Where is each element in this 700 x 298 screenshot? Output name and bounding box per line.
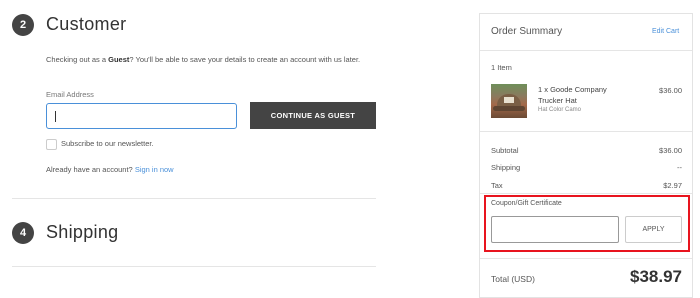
subscribe-label: Subscribe to our newsletter. [61, 139, 154, 148]
email-field[interactable] [46, 103, 237, 129]
edit-cart-link[interactable]: Edit Cart [652, 28, 679, 35]
product-image [491, 84, 527, 118]
subscribe-checkbox[interactable] [46, 139, 57, 150]
product-name: 1 x Goode Company Trucker Hat [538, 85, 607, 105]
product-option: Hat Color Camo [538, 107, 582, 113]
summary-divider [480, 131, 692, 132]
subtotal-label: Subtotal [491, 146, 519, 155]
coupon-label: Coupon/Gift Certificate [491, 200, 562, 207]
customer-section-title: Customer [46, 14, 127, 34]
tax-label: Tax [491, 181, 503, 190]
sign-in-link[interactable]: Sign in now [135, 165, 174, 174]
order-summary-title: Order Summary [491, 26, 563, 37]
product-price: $36.00 [659, 86, 682, 95]
apply-coupon-button[interactable]: APPLY [625, 216, 682, 243]
total-value: $38.97 [630, 267, 682, 286]
shipping-label: Shipping [491, 163, 521, 172]
summary-divider [480, 193, 692, 194]
guest-checkout-text: Checking out as a Guest? You'll be able … [46, 55, 361, 64]
account-prompt: Already have an account? [46, 165, 133, 174]
section-divider [12, 198, 376, 199]
hat-brim [493, 106, 525, 111]
coupon-input[interactable] [491, 216, 619, 243]
shipping-value: -- [677, 163, 682, 172]
sign-in-row: Already have an account? Sign in now [46, 165, 174, 174]
guest-word: Guest [108, 55, 130, 64]
continue-as-guest-button[interactable]: CONTINUE AS GUEST [250, 102, 376, 129]
item-count: 1 Item [491, 63, 512, 72]
total-label: Total (USD) [491, 274, 535, 284]
text-caret [55, 110, 56, 122]
summary-divider [480, 258, 692, 259]
hat-patch [504, 97, 514, 103]
summary-divider [480, 50, 692, 51]
subtotal-value: $36.00 [659, 146, 682, 155]
tax-value: $2.97 [663, 181, 682, 190]
step-number-badge: 4 [12, 222, 34, 244]
order-summary-panel [479, 13, 693, 298]
step-number-badge: 2 [12, 14, 34, 36]
section-divider [12, 266, 376, 267]
shipping-section-title: Shipping [46, 222, 119, 242]
email-label: Email Address [46, 90, 94, 99]
